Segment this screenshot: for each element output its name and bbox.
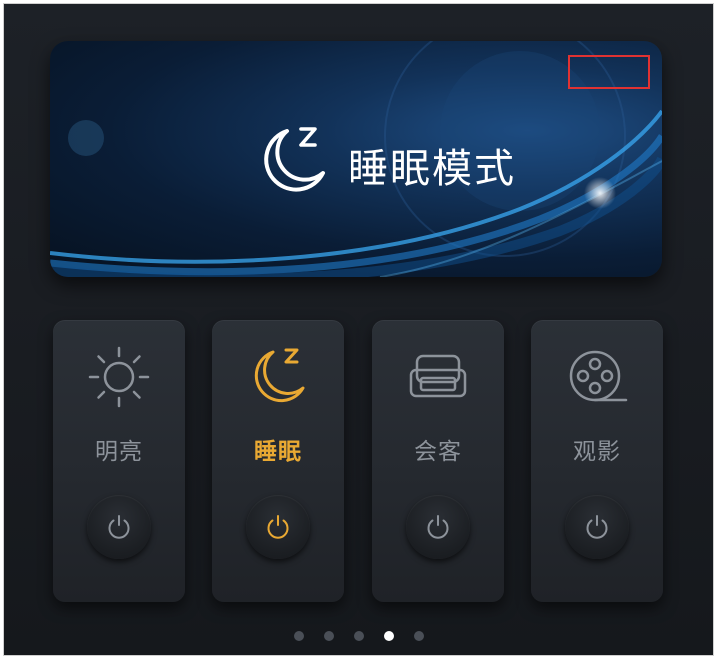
mode-banner[interactable]: 睡眠模式 xyxy=(50,41,662,277)
page-dot-active[interactable] xyxy=(383,631,394,641)
power-icon xyxy=(427,515,449,539)
power-button[interactable] xyxy=(406,495,470,559)
moon-zzz-icon xyxy=(243,342,313,416)
scene-label: 睡眠 xyxy=(254,439,302,465)
page-dot[interactable] xyxy=(353,631,364,641)
power-button[interactable] xyxy=(87,495,151,559)
power-button[interactable] xyxy=(565,495,629,559)
moon-zzz-icon xyxy=(253,123,331,205)
scene-card-reception[interactable]: 会客 xyxy=(372,320,504,602)
power-icon xyxy=(586,515,608,539)
scene-label: 观影 xyxy=(573,439,621,465)
page-indicator[interactable] xyxy=(4,631,713,641)
power-icon xyxy=(108,515,130,539)
page-dot[interactable] xyxy=(293,631,304,641)
scene-label: 明亮 xyxy=(95,439,143,465)
selection-highlight xyxy=(568,55,650,89)
scene-card-bright[interactable]: 明亮 xyxy=(53,320,185,602)
power-button[interactable] xyxy=(246,495,310,559)
sofa-icon xyxy=(403,342,473,416)
power-icon xyxy=(267,515,289,539)
page-dot[interactable] xyxy=(413,631,424,641)
scene-card-sleep[interactable]: 睡眠 xyxy=(212,320,344,602)
mode-title: 睡眠模式 xyxy=(348,146,516,192)
scene-card-movie[interactable]: 观影 xyxy=(531,320,663,602)
sun-icon xyxy=(84,342,154,416)
film-reel-icon xyxy=(562,342,632,416)
app-frame: 睡眠模式 明亮 睡眠 会客 观影 xyxy=(3,3,714,656)
scene-label: 会客 xyxy=(414,439,462,465)
page-dot[interactable] xyxy=(323,631,334,641)
